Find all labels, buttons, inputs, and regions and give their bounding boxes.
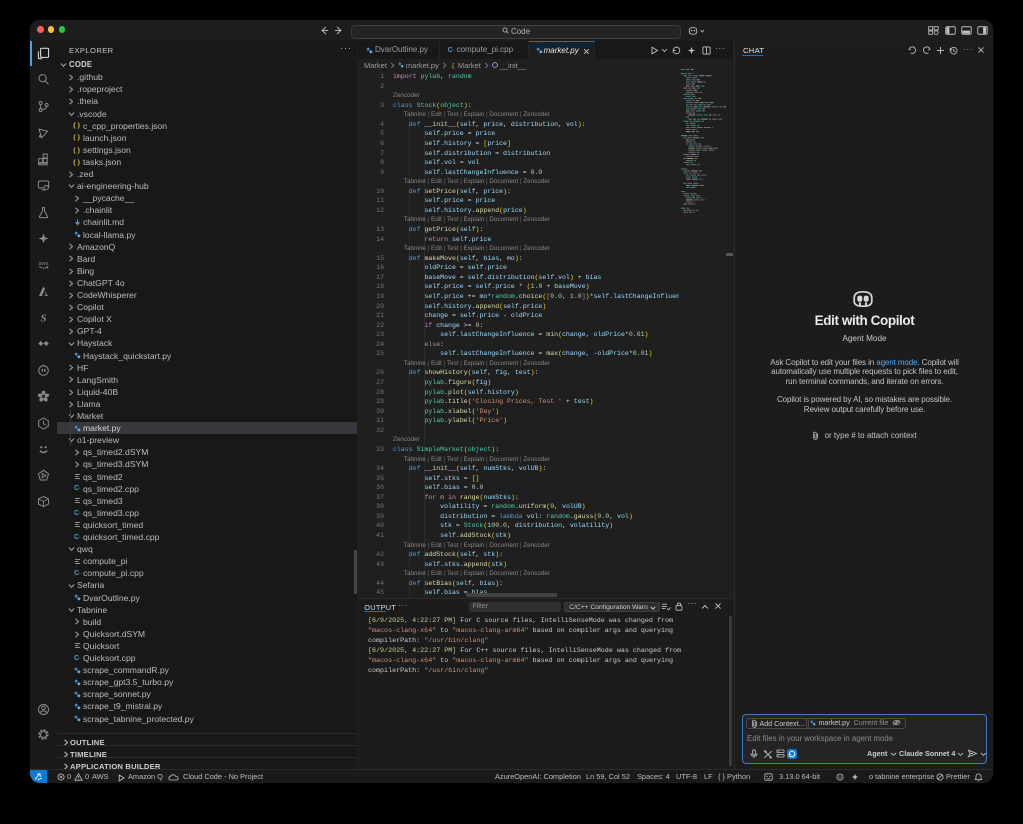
svg-text:aws: aws [39,261,49,267]
svg-text:S: S [40,312,46,323]
svg-text:ξ: ξ [451,62,454,69]
